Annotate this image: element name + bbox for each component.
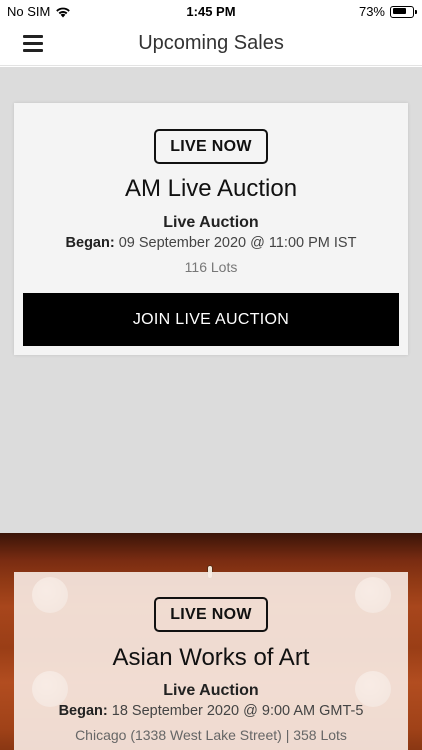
- sale-title: Asian Works of Art: [112, 644, 310, 671]
- sale-lots: 116 Lots: [184, 259, 238, 275]
- sale-type: Live Auction: [163, 682, 259, 699]
- status-bar: No SIM 1:45 PM 73%: [0, 0, 422, 22]
- sale-title: AM Live Auction: [124, 175, 298, 202]
- date-label: Began:: [65, 235, 115, 251]
- battery-percent: 73%: [358, 4, 385, 19]
- page-title: Upcoming Sales: [138, 32, 284, 54]
- sale-card[interactable]: LIVE NOW Asian Works of Art Live Auction…: [14, 572, 408, 750]
- live-now-badge: LIVE NOW: [154, 597, 268, 632]
- date-value: 18 September 2020 @ 9:00 AM GMT-5: [111, 703, 364, 719]
- battery-icon: [390, 5, 417, 18]
- join-live-auction-button[interactable]: JOIN LIVE AUCTION: [23, 293, 399, 346]
- nav-bar: Upcoming Sales: [0, 22, 422, 66]
- sale-type: Live Auction: [163, 214, 259, 231]
- status-right: 73%: [358, 4, 417, 19]
- sales-list[interactable]: LIVE NOW AM Live Auction Live Auction Be…: [0, 67, 422, 750]
- date-label: Began:: [58, 703, 108, 719]
- sale-card[interactable]: LIVE NOW AM Live Auction Live Auction Be…: [14, 103, 408, 355]
- live-now-badge: LIVE NOW: [154, 129, 268, 164]
- battery-fill: [392, 8, 406, 14]
- sale-date: Began: 18 September 2020 @ 9:00 AM GMT-5: [14, 703, 408, 719]
- sale-date: Began: 09 September 2020 @ 11:00 PM IST: [14, 235, 408, 251]
- date-value: 09 September 2020 @ 11:00 PM IST: [118, 235, 357, 251]
- sale-location-lots: Chicago (1338 West Lake Street) | 358 Lo…: [75, 727, 347, 743]
